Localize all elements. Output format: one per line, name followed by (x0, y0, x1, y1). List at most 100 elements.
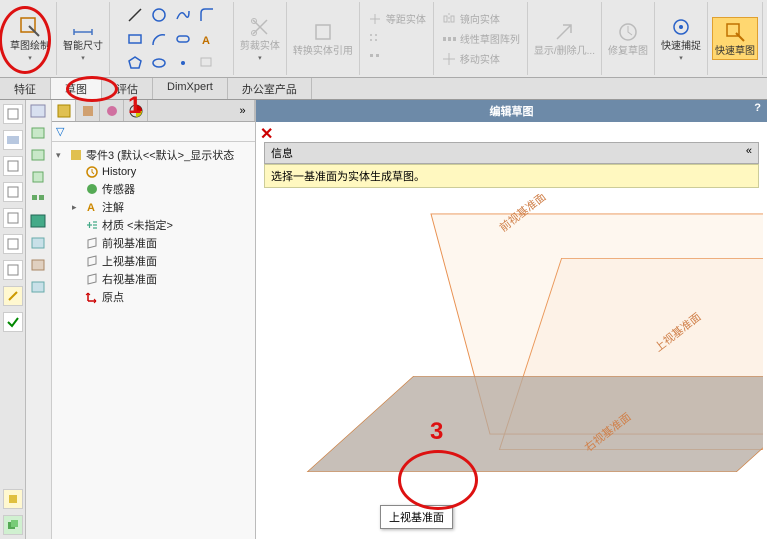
viewport-header: 编辑草图 ? (256, 100, 767, 122)
slot-tool[interactable] (172, 28, 194, 50)
tree-origin[interactable]: 原点 (72, 288, 251, 306)
tab-sketch[interactable]: 草图 (51, 78, 102, 99)
text-tool[interactable]: A (196, 28, 218, 50)
panel-icon-8[interactable] (28, 256, 48, 274)
panel-icon-7[interactable] (28, 234, 48, 252)
filter-icon[interactable]: ▽ (56, 125, 64, 138)
tab-office[interactable]: 办公室产品 (228, 78, 312, 99)
tree-material[interactable]: 材质 <未指定> (72, 216, 251, 234)
side-btn-4[interactable] (3, 182, 23, 202)
main-area: » ▽ ▾ 零件3 (默认<<默认>_显示状态 History (0, 100, 767, 539)
help-icon[interactable]: ? (754, 102, 761, 114)
svg-text:A: A (202, 35, 210, 47)
repair-icon (616, 20, 640, 44)
panel-icon-1[interactable] (28, 102, 48, 120)
tab-dimxpert[interactable]: DimXpert (153, 78, 228, 99)
fillet-tool[interactable] (196, 4, 218, 26)
tree-top-plane[interactable]: 上视基准面 (72, 252, 251, 270)
collapse-icon[interactable]: « (746, 145, 752, 161)
move-icon (441, 51, 457, 67)
chevron-down-icon: ▾ (679, 54, 683, 62)
sketch-icon (18, 15, 42, 39)
sketch-label: 草图绘制 (10, 41, 50, 52)
panel-icon-5[interactable] (28, 190, 48, 208)
ellipse-tool[interactable] (148, 52, 170, 74)
panel-icon-9[interactable] (28, 278, 48, 296)
panel-icon-2[interactable] (28, 124, 48, 142)
property-tab[interactable] (100, 100, 124, 121)
plane-tool[interactable] (196, 52, 218, 74)
panel-expand[interactable]: » (231, 100, 255, 121)
tree-history[interactable]: History (72, 164, 251, 180)
close-icon[interactable]: ✕ (260, 124, 273, 144)
side-btn-10[interactable] (3, 489, 23, 509)
collapse-icon[interactable]: ▾ (56, 150, 66, 161)
linear-pattern-button[interactable]: 线性草图阵列 (438, 30, 523, 48)
side-btn-8[interactable] (3, 286, 23, 306)
polygon-tool[interactable] (124, 52, 146, 74)
show-delete-button[interactable]: 显示/删除几... (532, 18, 597, 59)
side-btn-11[interactable] (3, 515, 23, 535)
circle-tool[interactable] (148, 4, 170, 26)
tree-right-plane[interactable]: 右视基准面 (72, 270, 251, 288)
panel-icon-4[interactable] (28, 168, 48, 186)
side-btn-2[interactable] (3, 130, 23, 150)
dots-icon (367, 51, 383, 67)
tree-tab[interactable] (52, 100, 76, 121)
3d-canvas[interactable]: 前视基准面 上视基准面 右视基准面 上视基准面 (260, 194, 763, 535)
viewport: 编辑草图 ? ✕ 信息 « 选择一基准面为实体生成草图。 前视基准面 上视基准面… (256, 100, 767, 539)
left-toolbar (0, 100, 26, 539)
config-tab[interactable] (76, 100, 100, 121)
annotation-number-3: 3 (430, 418, 443, 446)
point-tool[interactable] (172, 52, 194, 74)
scissors-icon (248, 15, 272, 39)
line-tool[interactable] (124, 4, 146, 26)
feature-manager-panel: » ▽ ▾ 零件3 (默认<<默认>_显示状态 History (26, 100, 256, 539)
panel-tabs: » (52, 100, 255, 122)
sketch-tools-group: A (110, 2, 234, 75)
chevron-down-icon: ▾ (258, 54, 262, 62)
ribbon-toolbar: 草图绘制 ▾ 智能尺寸 ▾ A 剪裁实体 ▾ 转换实体引用 (0, 0, 767, 78)
convert-label: 转换实体引用 (293, 46, 353, 57)
move-button[interactable]: 移动实体 (438, 50, 503, 68)
more-indicator (364, 50, 386, 68)
quick-snap-button[interactable]: 快速捕捉 ▾ (659, 13, 703, 64)
repair-button[interactable]: 修复草图 (606, 18, 650, 59)
tab-features[interactable]: 特征 (0, 78, 51, 99)
history-icon (85, 165, 99, 179)
quick-sketch-button[interactable]: 快速草图 (712, 17, 758, 60)
info-header[interactable]: 信息 « (264, 142, 759, 164)
mirror-button[interactable]: 镜向实体 (438, 10, 503, 28)
smart-dimension-label: 智能尺寸 (63, 41, 103, 52)
tree-sensors[interactable]: 传感器 (72, 180, 251, 198)
offset-button[interactable]: 等距实体 (364, 10, 429, 28)
expand-icon[interactable]: ▸ (72, 202, 82, 213)
side-btn-3[interactable] (3, 156, 23, 176)
tree-root[interactable]: ▾ 零件3 (默认<<默认>_显示状态 (56, 146, 251, 164)
sketch-button[interactable]: 草图绘制 ▾ (8, 13, 52, 64)
spline-tool[interactable] (172, 4, 194, 26)
side-btn-7[interactable] (3, 260, 23, 280)
trim-button[interactable]: 剪裁实体 ▾ (238, 13, 282, 64)
tree-annotations[interactable]: ▸ A 注解 (72, 198, 251, 216)
tree-front-plane[interactable]: 前视基准面 (72, 234, 251, 252)
pattern-icon (441, 31, 457, 47)
top-plane[interactable] (307, 376, 763, 472)
grid-icon (367, 31, 383, 47)
sensor-icon (85, 182, 99, 196)
side-btn-6[interactable] (3, 234, 23, 254)
convert-button[interactable]: 转换实体引用 (291, 18, 355, 59)
material-icon (85, 218, 99, 232)
arc-tool[interactable] (148, 28, 170, 50)
panel-icon-3[interactable] (28, 146, 48, 164)
side-btn-1[interactable] (3, 104, 23, 124)
side-btn-5[interactable] (3, 208, 23, 228)
panel-icon-6[interactable] (28, 212, 48, 230)
pattern-indicator (364, 30, 386, 48)
mirror-icon (441, 11, 457, 27)
convert-icon (311, 20, 335, 44)
side-btn-9[interactable] (3, 312, 23, 332)
rectangle-tool[interactable] (124, 28, 146, 50)
info-message: 选择一基准面为实体生成草图。 (264, 164, 759, 188)
smart-dimension-button[interactable]: 智能尺寸 ▾ (61, 13, 105, 64)
